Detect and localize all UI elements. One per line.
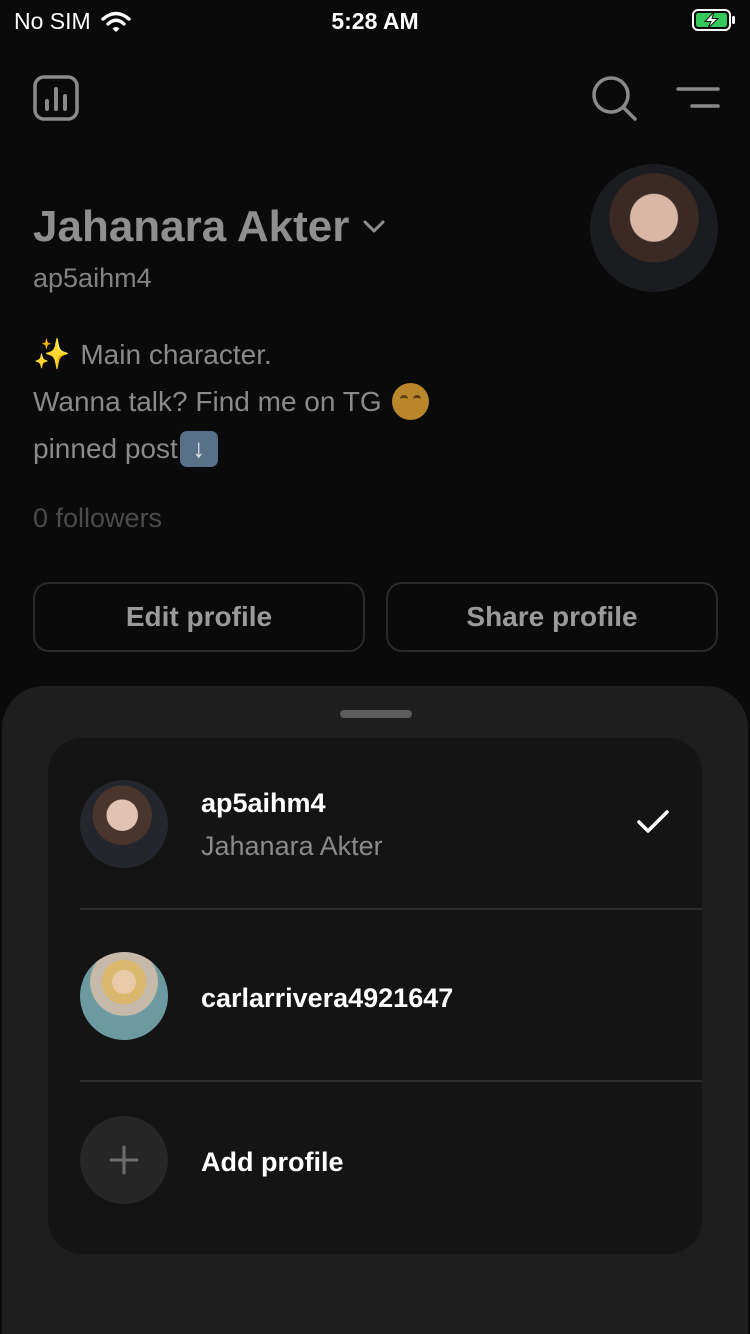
sheet-drag-handle[interactable] [340, 710, 412, 718]
avatar [80, 952, 168, 1040]
checkmark-icon [637, 810, 669, 833]
bio-line: pinned post ↓ [33, 425, 429, 472]
profile-name-text: Jahanara Akter [33, 202, 350, 251]
account-username: ap5aihm4 [201, 788, 326, 818]
status-time: 5:28 AM [331, 8, 419, 34]
account-display-name: Jahanara Akter [201, 831, 383, 861]
edit-profile-button[interactable]: Edit profile [33, 582, 365, 652]
followers-count[interactable]: 0 followers [33, 503, 162, 534]
add-profile-circle [80, 1116, 168, 1204]
profile-handle: ap5aihm4 [33, 263, 152, 293]
bio-text: Wanna talk? Find me on TG [33, 386, 382, 417]
account-row[interactable]: ap5aihm4 Jahanara Akter [48, 738, 702, 910]
battery-icon [692, 9, 735, 31]
share-profile-button[interactable]: Share profile [386, 582, 718, 652]
bio-line: ✨ Main character. [33, 331, 429, 378]
avatar [80, 780, 168, 868]
yum-face-icon [391, 383, 429, 420]
down-arrow-icon: ↓ [179, 430, 218, 467]
sparkles-icon: ✨ [33, 338, 71, 371]
profile-bio: ✨ Main character. Wanna talk? Find me on… [33, 331, 429, 472]
profile-name[interactable]: Jahanara Akter [33, 202, 385, 252]
profile-avatar[interactable] [590, 164, 718, 292]
account-switcher-sheet: ap5aihm4 Jahanara Akter carlarrivera4921… [2, 686, 748, 1334]
bio-text: Main character. [80, 339, 272, 370]
search-icon[interactable] [590, 74, 638, 122]
insights-icon[interactable] [33, 75, 79, 121]
account-row[interactable]: carlarrivera4921647 [48, 910, 702, 1082]
add-profile-label: Add profile [201, 1147, 344, 1177]
bio-text: pinned post [33, 433, 178, 464]
add-profile-button[interactable]: Add profile [48, 1082, 702, 1254]
account-username: carlarrivera4921647 [201, 983, 454, 1013]
bio-line: Wanna talk? Find me on TG [33, 378, 429, 425]
plus-icon [109, 1145, 139, 1175]
menu-icon[interactable] [676, 84, 720, 114]
account-list: ap5aihm4 Jahanara Akter carlarrivera4921… [48, 738, 702, 1254]
chevron-down-icon [363, 220, 385, 233]
status-bar: No SIM 5:28 AM [0, 0, 750, 42]
